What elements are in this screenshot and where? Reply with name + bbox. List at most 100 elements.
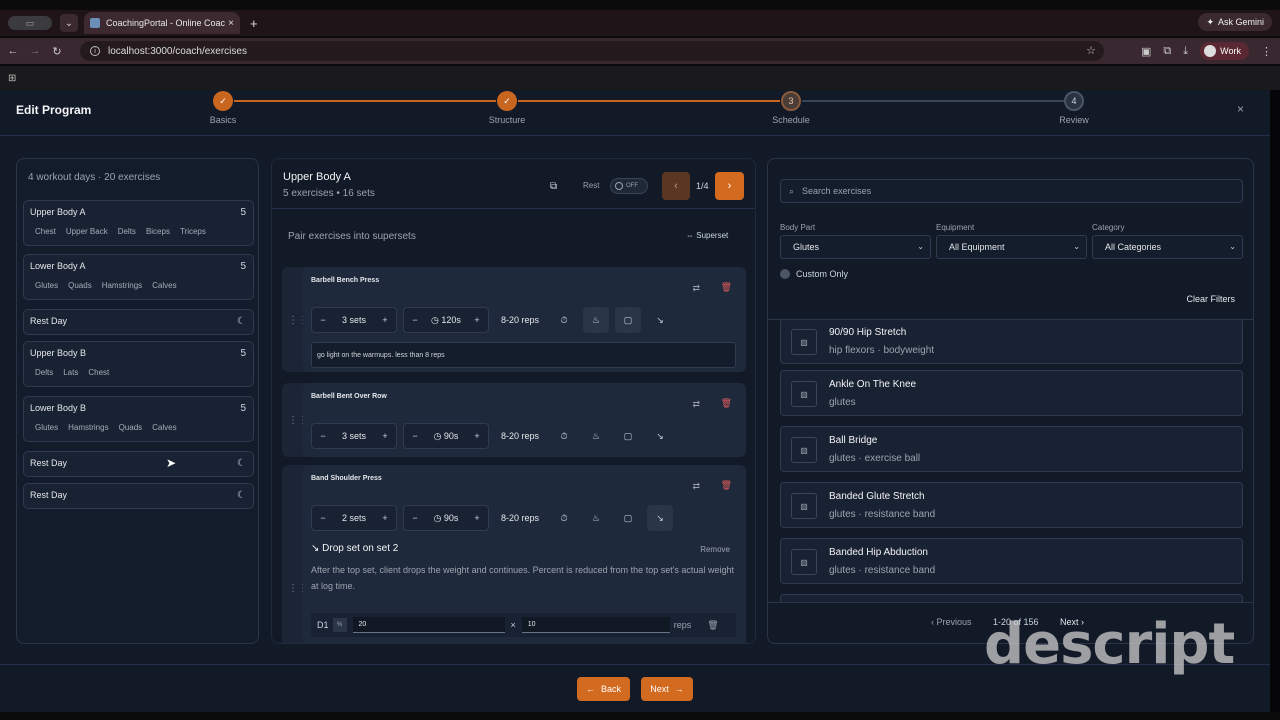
timer-icon[interactable]: ⏱	[551, 307, 577, 333]
sets-stepper[interactable]: − 3 sets +	[311, 307, 397, 333]
muscle-tag: Calves	[152, 423, 177, 432]
equipment-select[interactable]: All Equipment ⌄	[936, 235, 1087, 259]
note-icon[interactable]: ▢	[615, 307, 642, 333]
percent-input[interactable]: 20	[352, 617, 505, 633]
rest-day-card[interactable]: Rest Day ☾	[23, 483, 254, 509]
day-name: Upper Body A	[30, 207, 86, 217]
note-icon[interactable]: ▢	[615, 505, 641, 531]
minus-icon[interactable]: −	[312, 315, 334, 325]
drop-set-icon[interactable]: ↘	[647, 307, 673, 333]
reps-range[interactable]: 8-20 reps	[495, 315, 545, 325]
swap-icon[interactable]: ⇄	[692, 283, 700, 294]
plus-icon[interactable]: +	[466, 513, 488, 523]
timer-icon[interactable]: ⏱	[551, 423, 577, 449]
sets-stepper[interactable]: − 2 sets +	[311, 505, 397, 531]
swap-icon[interactable]: ⇄	[692, 481, 700, 492]
minus-icon[interactable]: −	[404, 513, 426, 523]
plus-icon[interactable]: +	[374, 431, 396, 441]
close-icon[interactable]: ×	[1237, 102, 1244, 116]
day-card[interactable]: Upper Body A 5 Chest Upper Back Delts Bi…	[23, 200, 254, 246]
drop-reps-input[interactable]: 10	[521, 617, 670, 633]
exercise-note[interactable]: go light on the warmups. less than 8 rep…	[311, 342, 736, 368]
window-switcher-button[interactable]: ▭	[8, 16, 52, 30]
bookmark-star-icon[interactable]: ☆	[1086, 44, 1096, 57]
plus-icon[interactable]: +	[374, 513, 396, 523]
note-icon[interactable]: ▢	[615, 423, 641, 449]
exercise-result[interactable]: ▨ 90/90 Hip Stretch hip flexors · bodywe…	[780, 320, 1243, 364]
day-card[interactable]: Lower Body B 5 Glutes Hamstrings Quads C…	[23, 396, 254, 442]
extensions-puzzle-icon[interactable]: ⧉	[1163, 45, 1171, 58]
flame-icon[interactable]: ♨	[583, 505, 609, 531]
flame-icon[interactable]: ♨	[583, 423, 609, 449]
rest-label: Rest	[583, 181, 600, 190]
rest-stepper[interactable]: − ◷ 120s +	[403, 307, 489, 333]
sets-stepper[interactable]: − 3 sets +	[311, 423, 397, 449]
trash-icon[interactable]: 🗑	[721, 282, 732, 293]
plus-icon[interactable]: +	[374, 315, 396, 325]
next-day-button[interactable]: ›	[715, 172, 744, 200]
remove-drop-set-button[interactable]: Remove	[700, 545, 730, 554]
exercise-result[interactable]: ▨ Ankle On The Knee glutes	[780, 370, 1243, 416]
rest-day-card[interactable]: Rest Day ☾	[23, 451, 254, 477]
exercise-card[interactable]: ⋮⋮ Barbell Bench Press ⇄ 🗑 − 3 sets + −	[282, 267, 746, 372]
new-tab-button[interactable]: +	[250, 16, 258, 31]
minus-icon[interactable]: −	[404, 431, 426, 441]
minus-icon[interactable]: −	[404, 315, 426, 325]
download-icon[interactable]: ⤓	[1183, 45, 1188, 58]
rest-day-card[interactable]: Rest Day ☾	[23, 309, 254, 335]
step-schedule[interactable]: 3 Schedule	[736, 91, 846, 125]
trash-icon[interactable]: 🗑	[721, 480, 732, 491]
tab-search-button[interactable]: ⌄	[60, 14, 78, 32]
forward-arrow-icon[interactable]: →	[26, 45, 44, 57]
trash-icon[interactable]: 🗑	[707, 620, 718, 631]
plus-icon[interactable]: +	[466, 431, 488, 441]
previous-page-button[interactable]: ‹ Previous	[931, 617, 972, 627]
clear-filters-button[interactable]: Clear Filters	[1186, 294, 1235, 304]
body-part-select[interactable]: Glutes ⌄	[780, 235, 931, 259]
profile-button[interactable]: Work	[1200, 42, 1249, 60]
exercise-result[interactable]: ▨ Banded Hip Abduction glutes · resistan…	[780, 538, 1243, 584]
exercise-result[interactable]	[780, 594, 1243, 602]
exercise-result[interactable]: ▨ Banded Glute Stretch glutes · resistan…	[780, 482, 1243, 528]
browser-tab[interactable]: CoachingPortal - Online Coac ×	[84, 12, 240, 34]
trash-icon[interactable]: 🗑	[721, 398, 732, 409]
copy-icon[interactable]: ⧉	[550, 181, 557, 192]
apps-grid-icon[interactable]: ⊞	[8, 73, 16, 84]
drop-set-icon[interactable]: ↘	[647, 505, 674, 531]
back-arrow-icon[interactable]: ←	[4, 45, 22, 57]
reps-range[interactable]: 8-20 reps	[495, 513, 545, 523]
extension-icon[interactable]: ▣	[1141, 45, 1151, 58]
rest-toggle[interactable]: OFF	[610, 178, 648, 194]
minus-icon[interactable]: −	[312, 431, 334, 441]
custom-only-checkbox[interactable]: Custom Only	[780, 269, 848, 279]
timer-icon[interactable]: ⏱	[551, 505, 577, 531]
step-basics[interactable]: ✓ Basics	[168, 91, 278, 125]
url-bar[interactable]: i localhost:3000/coach/exercises ☆	[80, 41, 1104, 61]
exercise-result[interactable]: ▨ Ball Bridge glutes · exercise ball	[780, 426, 1243, 472]
category-select[interactable]: All Categories ⌄	[1092, 235, 1243, 259]
rest-stepper[interactable]: − ◷ 90s +	[403, 505, 489, 531]
exercise-card[interactable]: ⋮⋮ Barbell Bent Over Row ⇄ 🗑 − 3 sets + …	[282, 383, 746, 457]
swap-icon[interactable]: ⇄	[692, 399, 700, 410]
search-input[interactable]: ⌕ Search exercises	[780, 179, 1243, 203]
step-structure[interactable]: ✓ Structure	[452, 91, 562, 125]
superset-button[interactable]: ⇔ Superset	[686, 231, 728, 240]
day-card[interactable]: Lower Body A 5 Glutes Quads Hamstrings C…	[23, 254, 254, 300]
day-card[interactable]: Upper Body B 5 Delts Lats Chest	[23, 341, 254, 387]
exercise-card[interactable]: ⋮⋮ Band Shoulder Press ⇄ 🗑 − 2 sets + −	[282, 465, 746, 643]
prev-day-button[interactable]: ‹	[662, 172, 690, 200]
back-button[interactable]: ← Back	[577, 677, 630, 701]
reload-icon[interactable]: ↻	[48, 45, 66, 58]
next-button[interactable]: Next →	[641, 677, 693, 701]
drop-set-icon[interactable]: ↘	[647, 423, 673, 449]
rest-stepper[interactable]: − ◷ 90s +	[403, 423, 489, 449]
minus-icon[interactable]: −	[312, 513, 334, 523]
site-info-icon[interactable]: i	[90, 46, 100, 56]
tab-close-icon[interactable]: ×	[228, 18, 234, 29]
plus-icon[interactable]: +	[466, 315, 488, 325]
flame-icon[interactable]: ♨	[583, 307, 610, 333]
reps-range[interactable]: 8-20 reps	[495, 431, 545, 441]
step-review[interactable]: 4 Review	[1019, 91, 1129, 125]
ask-gemini-button[interactable]: ✦ Ask Gemini	[1198, 13, 1272, 31]
menu-kebab-icon[interactable]: ⋮	[1261, 45, 1272, 58]
